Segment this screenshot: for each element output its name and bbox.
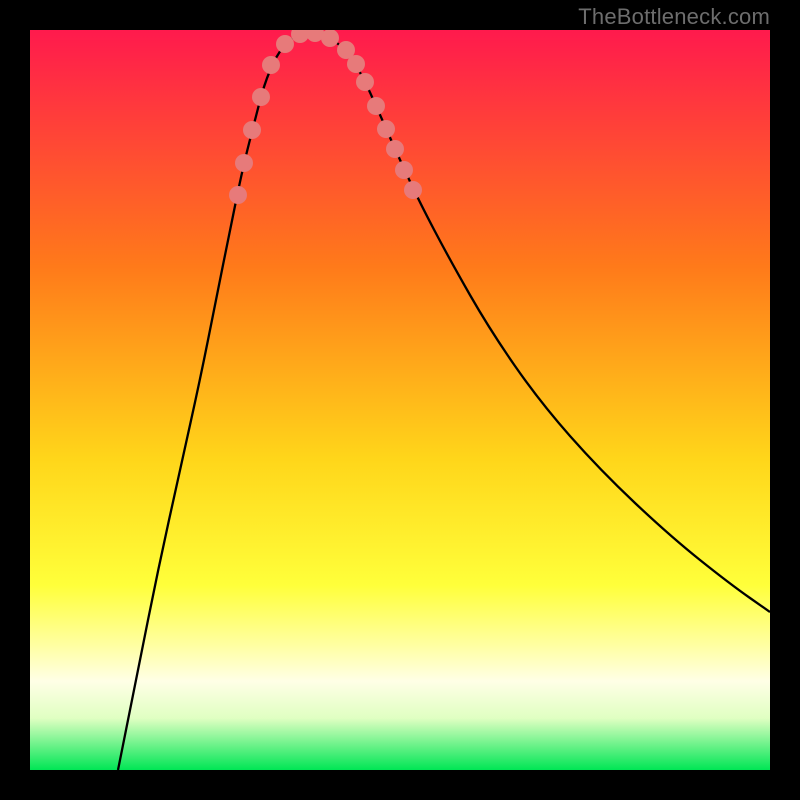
curve-marker	[321, 30, 339, 47]
curve-marker	[347, 55, 365, 73]
curve-marker	[229, 186, 247, 204]
curve-marker	[395, 161, 413, 179]
curve-marker	[262, 56, 280, 74]
curve-marker	[367, 97, 385, 115]
curve-marker	[377, 120, 395, 138]
curve-marker	[235, 154, 253, 172]
chart-frame: TheBottleneck.com	[0, 0, 800, 800]
plot-area	[30, 30, 770, 770]
marker-group	[229, 30, 422, 204]
curve-marker	[243, 121, 261, 139]
curve-marker	[356, 73, 374, 91]
watermark-text: TheBottleneck.com	[578, 4, 770, 30]
curve-marker	[252, 88, 270, 106]
curve-marker	[386, 140, 404, 158]
bottleneck-curve	[118, 33, 770, 770]
curve-marker	[276, 35, 294, 53]
curve-marker	[404, 181, 422, 199]
curve-layer	[30, 30, 770, 770]
